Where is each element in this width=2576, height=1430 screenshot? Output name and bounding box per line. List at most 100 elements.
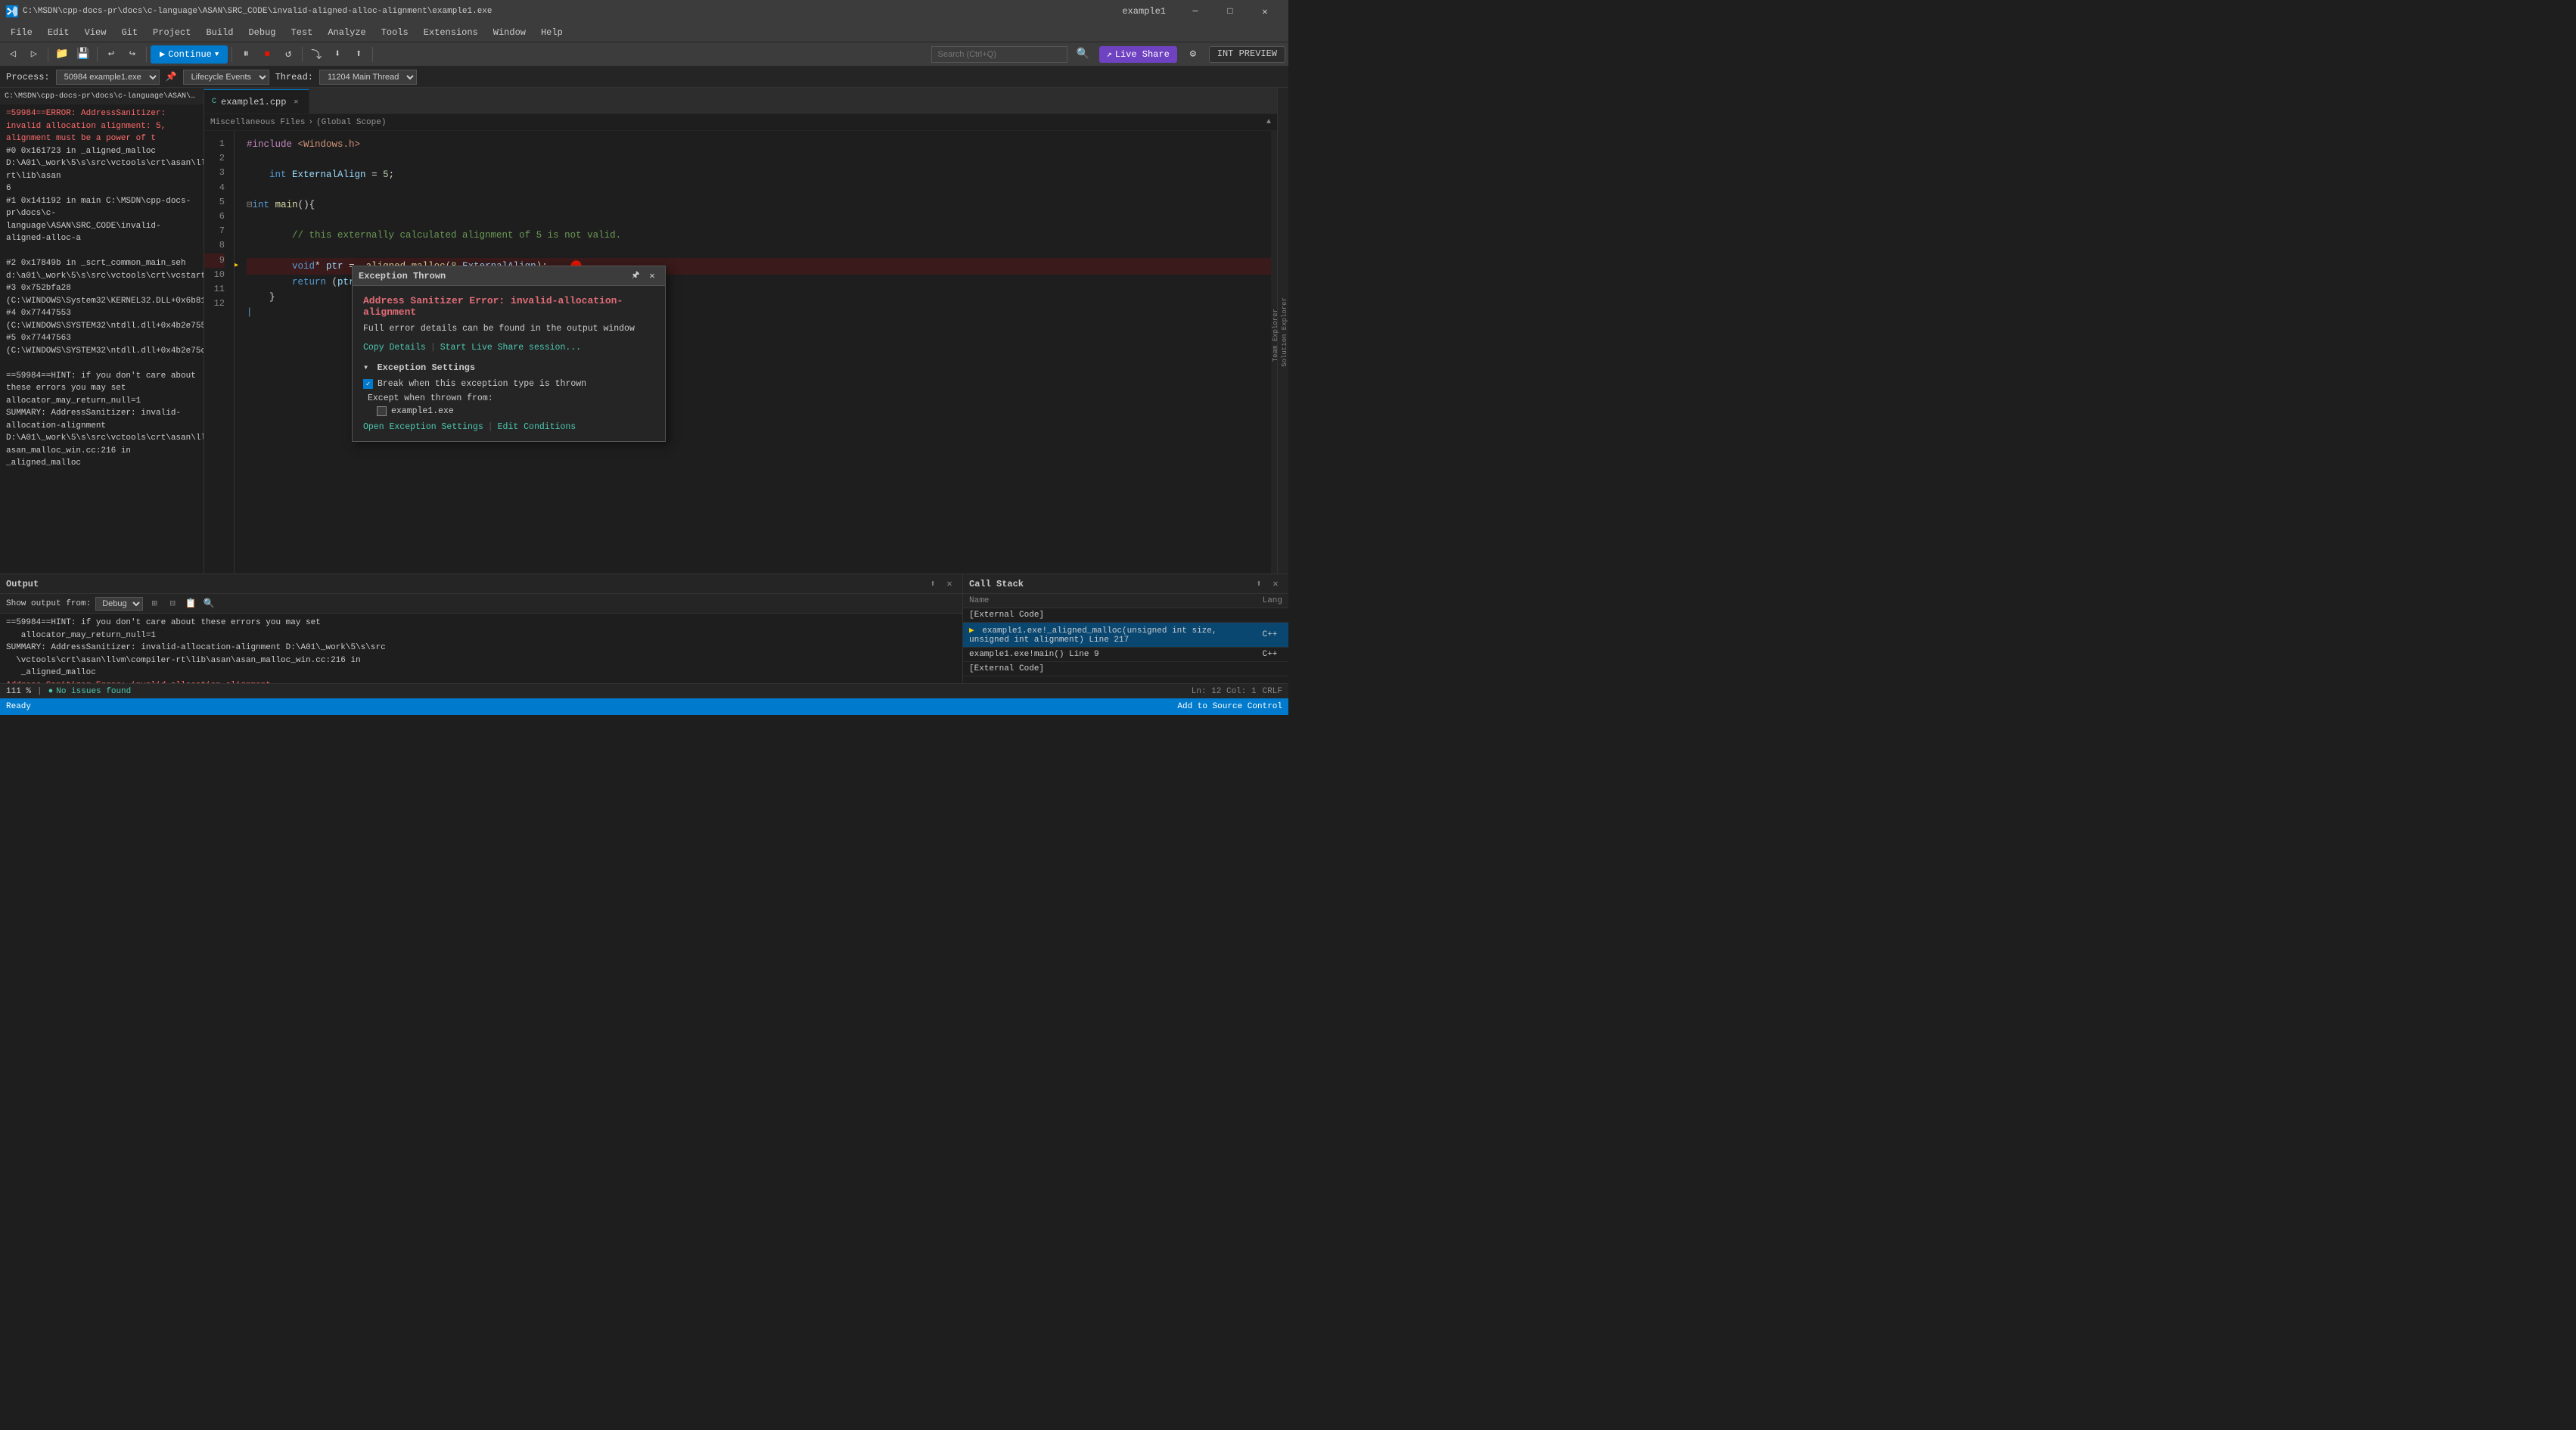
exception-close-button[interactable]: ✕: [645, 269, 659, 283]
minimize-button[interactable]: ─: [1178, 0, 1213, 23]
output-toolbar-btn2[interactable]: ⊟: [166, 597, 179, 611]
table-row[interactable]: [External Code]: [963, 608, 1288, 623]
output-expand-icon[interactable]: ⬆: [926, 577, 940, 591]
search-icon[interactable]: 🔍: [1074, 45, 1093, 64]
code-line-3: int ExternalAlign = 5;: [247, 167, 1277, 182]
continue-button[interactable]: ▶ Continue ▼: [151, 45, 228, 64]
output-toolbar-btn3[interactable]: 📋: [184, 597, 197, 611]
title-bar: C:\MSDN\cpp-docs-pr\docs\c-language\ASAN…: [0, 0, 1288, 23]
toolbar-forward-btn[interactable]: ▷: [24, 45, 44, 64]
thread-label: Thread:: [275, 72, 313, 82]
lifecycle-select[interactable]: Lifecycle Events: [183, 70, 269, 85]
exception-title-bar: Exception Thrown 🖈 ✕: [353, 266, 665, 286]
zoom-bar: 111 % | ● No issues found Ln: 12 Col: 1 …: [0, 683, 1288, 698]
terminal-line-7: #3 0x752bfa28 (C:\WINDOWS\System32\KERNE…: [6, 282, 197, 307]
exception-pin-button[interactable]: 🖈: [629, 269, 642, 283]
menu-analyze[interactable]: Analyze: [320, 25, 373, 40]
table-row[interactable]: [External Code]: [963, 662, 1288, 676]
menu-test[interactable]: Test: [284, 25, 321, 40]
close-button[interactable]: ✕: [1248, 0, 1282, 23]
terminal-line-5: [6, 245, 197, 258]
toolbar-restart-btn[interactable]: ↺: [278, 45, 298, 64]
bottom-panels: Output ⬆ ✕ Show output from: Debug ⊞ ⊟ 📋…: [0, 574, 1288, 683]
line-num-9: 9: [204, 253, 225, 268]
solution-explorer-sidebar: Solution Explorer Team Explorer: [1277, 88, 1288, 574]
live-share-session-link[interactable]: Start Live Share session...: [440, 343, 581, 353]
line-num-4: 4: [204, 181, 225, 195]
toolbar-step-over-btn[interactable]: ⤵: [306, 45, 326, 64]
table-row[interactable]: ▶ example1.exe!_aligned_malloc(unsigned …: [963, 623, 1288, 648]
team-explorer-label[interactable]: Team Explorer: [1272, 309, 1279, 362]
title-bar-left: C:\MSDN\cpp-docs-pr\docs\c-language\ASAN…: [6, 5, 493, 17]
solution-explorer-label[interactable]: Solution Explorer: [1281, 297, 1288, 367]
menu-edit[interactable]: Edit: [40, 25, 77, 40]
terminal-line-3: 6: [6, 182, 197, 195]
line-num-3: 3: [204, 166, 225, 180]
toolbar-stop-btn[interactable]: ⏹: [257, 45, 277, 64]
menu-git[interactable]: Git: [113, 25, 145, 40]
menu-window[interactable]: Window: [486, 25, 533, 40]
edit-conditions-link[interactable]: Edit Conditions: [498, 422, 576, 432]
table-row[interactable]: example1.exe!main() Line 9 C++: [963, 648, 1288, 662]
encoding-label: CRLF: [1263, 687, 1282, 696]
menu-build[interactable]: Build: [198, 25, 241, 40]
output-line-6: Address Sanitizer Error: invalid-allocat…: [6, 679, 956, 684]
toolbar-open-btn[interactable]: 📁: [52, 45, 72, 64]
continue-dropdown-icon[interactable]: ▼: [215, 51, 219, 58]
except-when-thrown-from-label: Except when thrown from:: [368, 393, 654, 403]
output-toolbar-btn1[interactable]: ⊞: [148, 597, 161, 611]
open-exception-settings-link[interactable]: Open Exception Settings: [363, 422, 483, 432]
callstack-expand-icon[interactable]: ⬆: [1252, 577, 1266, 591]
toolbar-step-out-btn[interactable]: ⬆: [349, 45, 368, 64]
line-num-5: 5: [204, 195, 225, 210]
terminal-title-text: C:\MSDN\cpp-docs-pr\docs\c-language\ASAN…: [5, 92, 199, 101]
menu-debug[interactable]: Debug: [241, 25, 283, 40]
callstack-content: Name Lang [External Code] ▶ example1.exe…: [963, 594, 1288, 683]
toolbar-right: 🔍 ↗ Live Share ⚙ INT PREVIEW: [931, 45, 1285, 64]
live-share-button[interactable]: ↗ Live Share: [1099, 46, 1177, 63]
show-from-select[interactable]: Debug: [95, 597, 143, 611]
maximize-button[interactable]: □: [1213, 0, 1248, 23]
int-preview-button[interactable]: INT PREVIEW: [1209, 46, 1285, 63]
editor-tab-example1[interactable]: C example1.cpp ✕: [204, 89, 309, 113]
no-issues-indicator: ● No issues found: [48, 687, 132, 696]
menu-view[interactable]: View: [77, 25, 114, 40]
code-line-8: [247, 243, 1277, 258]
menu-tools[interactable]: Tools: [374, 25, 416, 40]
tab-close-button[interactable]: ✕: [291, 97, 301, 107]
output-panel-title-bar: Output ⬆ ✕: [0, 574, 962, 594]
zoom-level[interactable]: 111 %: [6, 687, 31, 696]
callstack-col-name[interactable]: Name: [963, 594, 1257, 608]
copy-details-link[interactable]: Copy Details: [363, 343, 426, 353]
output-close-icon[interactable]: ✕: [943, 577, 956, 591]
toolbar-pause-btn[interactable]: ⏸: [236, 45, 256, 64]
toolbar-sep-6: [372, 47, 373, 62]
status-bar-right: Add to Source Control: [1177, 702, 1282, 711]
show-from-label: Show output from:: [6, 599, 91, 608]
process-select[interactable]: 50984 example1.exe: [56, 70, 160, 85]
toolbar-settings-icon[interactable]: ⚙: [1183, 45, 1203, 64]
code-line-4: [247, 182, 1277, 197]
toolbar-undo-btn[interactable]: ↩: [101, 45, 121, 64]
toolbar-step-into-btn[interactable]: ⬇: [328, 45, 347, 64]
break-when-thrown-checkbox[interactable]: [363, 379, 373, 389]
menu-project[interactable]: Project: [145, 25, 198, 40]
callstack-close-icon[interactable]: ✕: [1269, 577, 1282, 591]
search-input[interactable]: [931, 46, 1067, 63]
terminal-content: =59984==ERROR: AddressSanitizer: invalid…: [0, 104, 204, 473]
add-source-control-link[interactable]: Add to Source Control: [1177, 702, 1282, 711]
menu-help[interactable]: Help: [533, 25, 570, 40]
callstack-col-lang[interactable]: Lang: [1257, 594, 1288, 608]
thread-select[interactable]: 11204 Main Thread: [319, 70, 417, 85]
editor-breadcrumb: Miscellaneous Files › (Global Scope) ▲: [204, 114, 1277, 131]
menu-file[interactable]: File: [3, 25, 40, 40]
example-exe-checkbox[interactable]: [377, 406, 387, 416]
ready-status: Ready: [6, 702, 31, 711]
output-find-icon[interactable]: 🔍: [202, 597, 216, 611]
menu-extensions[interactable]: Extensions: [416, 25, 486, 40]
toolbar-save-btn[interactable]: 💾: [73, 45, 93, 64]
toolbar-redo-btn[interactable]: ↪: [123, 45, 142, 64]
code-line-2: [247, 152, 1277, 167]
toolbar-back-btn[interactable]: ◁: [3, 45, 23, 64]
breadcrumb-scope: (Global Scope): [316, 118, 386, 127]
